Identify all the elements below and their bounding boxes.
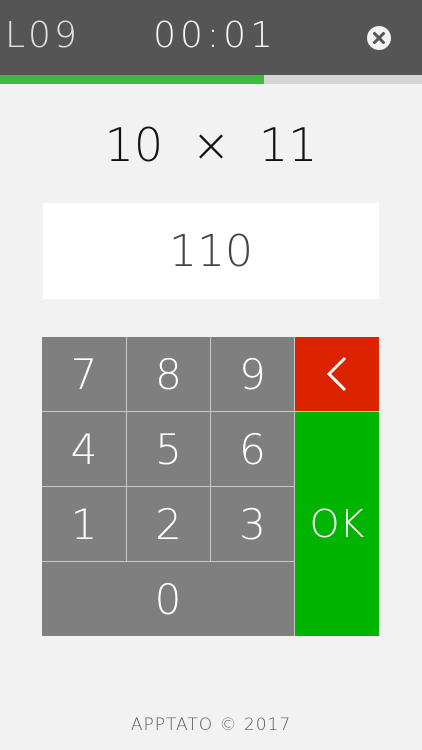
app-screen: L09 00:01 10 × 11 110 7 8 9 4 5 6 1 2 3 … [0,0,422,750]
ok-button[interactable]: OK [295,412,379,636]
chevron-left-icon [326,356,347,392]
key-3[interactable]: 3 [211,487,295,562]
answer-value: 110 [169,225,253,277]
close-button[interactable] [366,25,392,51]
math-problem: 10 × 11 [104,118,318,172]
key-8[interactable]: 8 [127,337,211,412]
key-label: 6 [239,424,266,474]
top-bar: L09 00:01 [0,0,422,75]
key-7[interactable]: 7 [42,337,127,412]
key-9[interactable]: 9 [211,337,295,412]
level-indicator: L09 [5,15,80,56]
close-circle-icon [367,26,391,50]
key-label: 1 [70,499,98,549]
key-0[interactable]: 0 [42,562,295,636]
key-6[interactable]: 6 [211,412,295,487]
key-label: 0 [154,574,182,624]
key-label: 9 [239,349,266,399]
progress-bar [0,75,422,84]
key-label: 4 [70,424,98,474]
timer: 00:01 [153,15,277,56]
progress-fill [0,75,264,84]
key-5[interactable]: 5 [127,412,211,487]
key-label: 5 [155,424,182,474]
key-2[interactable]: 2 [127,487,211,562]
key-label: 7 [70,349,98,399]
answer-display: 110 [43,203,379,299]
backspace-button[interactable] [295,337,379,412]
key-1[interactable]: 1 [42,487,127,562]
key-label: 2 [155,499,182,549]
key-label: 8 [155,349,182,399]
ok-label: OK [309,502,365,546]
footer-copyright: APPTATO © 2017 [130,715,292,735]
keypad: 7 8 9 4 5 6 1 2 3 0 OK [42,337,379,636]
key-4[interactable]: 4 [42,412,127,487]
key-label: 3 [239,499,266,549]
